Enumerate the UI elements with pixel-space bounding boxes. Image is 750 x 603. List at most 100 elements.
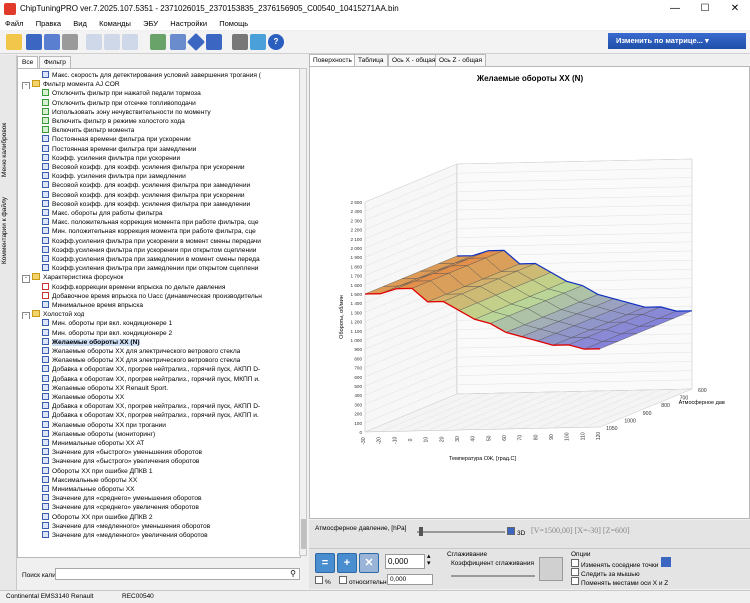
pressure-slider-thumb[interactable] [419, 527, 423, 536]
tree-item[interactable]: Коэфф.коррекции времени впрыска по дельт… [42, 282, 225, 292]
tree-item[interactable]: Макс. обороты для работы фильтра [42, 209, 163, 218]
tree-item[interactable]: Значение для «среднего» уменьшения оборо… [42, 494, 202, 503]
tree-item[interactable]: Весовой коэфф. для коэфф. усиления фильт… [42, 199, 250, 209]
tab-axis-x[interactable]: Ось X - общая [388, 54, 440, 66]
paste-icon[interactable] [104, 34, 120, 50]
undo-icon[interactable] [122, 34, 138, 50]
tab-calibration-menu[interactable]: Меню калибровок [1, 115, 15, 185]
tree-item[interactable]: Значение для «среднего» увеличения оборо… [42, 503, 199, 512]
tree-item[interactable]: Добавка к оборотам ХХ, прогрев нейтрализ… [42, 402, 260, 411]
help-icon[interactable]: ? [268, 34, 284, 50]
option-swap-axes[interactable]: Поменять местами оси X и Z [571, 577, 668, 587]
tree-item[interactable]: Желаемые обороты ХХ для электрического в… [42, 347, 240, 356]
tree-item[interactable]: - Характеристика форсунок [22, 273, 123, 283]
diamond-icon[interactable] [186, 32, 206, 52]
surface-chart[interactable]: Желаемые обороты ХХ (N) 0100200300400500… [310, 67, 749, 518]
tree-item[interactable]: Весовой коэфф. для коэфф. усиления фильт… [42, 163, 245, 172]
pressure-slider-track[interactable] [417, 531, 505, 533]
tab-filter[interactable]: Фильтр [39, 56, 71, 68]
tree-item[interactable]: Мин. обороты при вкл. кондиционере 1 [42, 319, 172, 328]
tree-item[interactable]: Обороты ХХ при ошибке ДПКВ 1 [42, 466, 153, 476]
maximize-button[interactable]: ☐ [690, 0, 720, 18]
smooth-apply-icon[interactable] [539, 557, 563, 581]
search-icon[interactable]: ⚲ [290, 569, 296, 578]
tree-item[interactable]: Добавка к оборотам ХХ, прогрев нейтрализ… [42, 374, 260, 384]
tree-item[interactable]: Максимальные обороты ХХ [42, 475, 137, 485]
menu-edit[interactable]: Правка [31, 18, 66, 29]
tab-axis-z[interactable]: Ось Z - общая [435, 54, 487, 66]
smoothing-slider[interactable] [451, 575, 535, 577]
multiply-button[interactable]: ✕ [359, 553, 379, 573]
tree-item[interactable]: Коэфф.усиления фильтра при замедлении в … [42, 255, 260, 264]
tree-scrollbar[interactable] [299, 68, 307, 556]
tab-all[interactable]: Все [17, 56, 39, 68]
tree-item[interactable]: - Фильтр момента AJ COR [22, 80, 120, 90]
copy-icon[interactable] [86, 34, 102, 50]
tree-item[interactable]: Желаемые обороты ХХ [42, 393, 124, 402]
menu-view[interactable]: Вид [68, 18, 92, 29]
tree-item[interactable]: - Холостой ход [22, 310, 84, 320]
tree-toggle-icon[interactable]: - [22, 312, 30, 320]
grid-options-icon[interactable] [661, 557, 671, 567]
menu-settings[interactable]: Настройки [165, 18, 212, 29]
tree-item[interactable]: Значение для «быстрого» увеличения оборо… [42, 457, 199, 466]
tree-item[interactable]: Коэфф. усиления фильтра при ускорении [42, 153, 180, 163]
tab-file-comments[interactable]: Комментарии к файлу [1, 185, 15, 275]
percent-checkbox[interactable]: % [315, 576, 331, 586]
save-as-icon[interactable] [44, 34, 60, 50]
print-icon[interactable] [62, 34, 78, 50]
tree-item[interactable]: Коэфф.усиления фильтра при ускорении при… [42, 245, 256, 255]
tree-item[interactable]: Добавка к оборотам ХХ, прогрев нейтрализ… [42, 365, 260, 374]
tree-item[interactable]: Обороты ХХ при ошибке ДПКВ 2 [42, 512, 153, 522]
plus-button[interactable]: + [337, 553, 357, 573]
tree-item[interactable]: Макс. положительная коррекция момента пр… [42, 218, 259, 227]
tree-item[interactable]: Минимальные обороты ХХ AT [42, 439, 144, 448]
checkbox-3d[interactable]: 3D [507, 527, 525, 537]
tree-item[interactable]: Отключить фильтр при отсечке топливопода… [42, 98, 196, 108]
value-input-1[interactable]: 0,000 [385, 554, 425, 569]
menu-ecu[interactable]: ЭБУ [138, 18, 163, 29]
tree-item[interactable]: Значение для «быстрого» уменьшения оборо… [42, 448, 202, 457]
tree-item[interactable]: Значение для «медленного» уменьшения обо… [42, 521, 210, 531]
tree-item[interactable]: Мин. положительная коррекция момента при… [42, 227, 256, 236]
tree-item[interactable]: Постоянная времени фильтра при ускорении [42, 135, 191, 144]
connect-icon[interactable] [250, 34, 266, 50]
tree-item[interactable]: Желаемые обороты ХХ Renault Sport. [42, 383, 168, 393]
relative-checkbox[interactable]: относительно [339, 576, 390, 586]
tree-item[interactable]: Коэфф. усиления фильтра при замедлении [42, 172, 186, 181]
close-button[interactable]: ✕ [720, 0, 750, 18]
value-input-2[interactable]: 0,000 [387, 574, 433, 585]
tree-item[interactable]: Значение для «медленного» увеличения обо… [42, 531, 208, 540]
tab-table[interactable]: Таблица [354, 54, 388, 66]
tree-item[interactable]: Весовой коэфф. для коэфф. усиления фильт… [42, 190, 245, 200]
tree-scroll-thumb[interactable] [301, 519, 306, 549]
minimize-button[interactable]: — [660, 0, 690, 18]
tree-toggle-icon[interactable]: - [22, 82, 30, 90]
tree-item[interactable]: Использовать зону нечувствительности по … [42, 107, 211, 117]
open-icon[interactable] [6, 34, 22, 50]
equals-button[interactable]: = [315, 553, 335, 573]
tree-item[interactable]: Желаемые обороты ХХ при трогании [42, 420, 166, 430]
tree-toggle-icon[interactable]: - [22, 275, 30, 283]
tab-surface[interactable]: Поверхность [309, 54, 356, 66]
menu-file[interactable]: Файл [0, 18, 28, 29]
tree-item[interactable]: Мин. обороты при вкл. кондиционере 2 [42, 328, 172, 338]
checksum-icon[interactable] [206, 34, 222, 50]
goto-icon[interactable] [170, 34, 186, 50]
tree-item[interactable]: Желаемые обороты ХХ для электрического в… [42, 356, 240, 365]
tree-item[interactable]: Коэфф.усиления фильтра при замедлении пр… [42, 264, 258, 273]
tree-item[interactable]: Включить фильтр в режиме холостого хода [42, 117, 185, 126]
tree-item[interactable]: Желаемые обороты ХХ (N) [42, 337, 140, 347]
tools-icon[interactable] [232, 34, 248, 50]
compare-icon[interactable] [150, 34, 166, 50]
tree-item[interactable]: Коэфф.усиления фильтра при ускорении в м… [42, 236, 261, 246]
tree-item[interactable]: Весовой коэфф. для коэфф. усиления фильт… [42, 181, 250, 190]
tree-item[interactable]: Добавочное время впрыска по Uacc (динами… [42, 291, 262, 301]
save-icon[interactable] [26, 34, 42, 50]
tree-item[interactable]: Минимальное время впрыска [42, 301, 143, 310]
tree-item[interactable]: Макс. скорость для детектирования услови… [42, 71, 261, 80]
menu-commands[interactable]: Команды [94, 18, 136, 29]
tree-item[interactable]: Отключить фильтр при нажатой педали торм… [42, 89, 201, 98]
tree-item[interactable]: Постоянная времени фильтра при замедлени… [42, 144, 196, 154]
tree-item[interactable]: Минимальные обороты ХХ [42, 485, 135, 494]
